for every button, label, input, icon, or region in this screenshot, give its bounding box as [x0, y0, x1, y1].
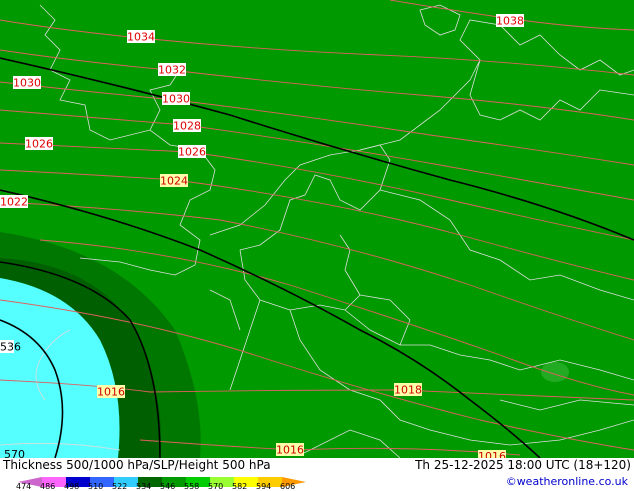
isobar-label-1026-west: 1026 — [25, 137, 53, 151]
weather-map: 1038 1034 1032 1030 1030 1028 1026 1026 … — [0, 0, 634, 458]
isobar-label-1026-central: 1026 — [178, 145, 206, 159]
isobar-label-1016-south: 1016 — [276, 443, 304, 457]
isobar-label-1016-southeast: 1016 — [478, 450, 506, 458]
forecast-datetime: Th 25-12-2025 18:00 UTC (18+120) — [415, 458, 631, 472]
svg-text:1016: 1016 — [97, 386, 125, 399]
isobar-label-1030-west: 1030 — [13, 76, 41, 90]
isobar-label-1032: 1032 — [158, 63, 186, 77]
svg-text:1026: 1026 — [25, 138, 53, 151]
svg-text:1016: 1016 — [276, 444, 304, 457]
thickness-label-536: 536 — [0, 341, 21, 354]
isobar-label-1030-central: 1030 — [162, 92, 190, 106]
svg-text:1034: 1034 — [127, 31, 155, 44]
map-footer: Thickness 500/1000 hPa/SLP/Height 500 hP… — [0, 458, 634, 491]
isobar-label-1028: 1028 — [173, 119, 201, 133]
credit-link[interactable]: ©weatheronline.co.uk — [506, 475, 628, 488]
thickness-label-570: 570 — [4, 448, 25, 458]
svg-text:1030: 1030 — [13, 77, 41, 90]
svg-text:1026: 1026 — [178, 146, 206, 159]
svg-text:1022: 1022 — [0, 196, 28, 209]
svg-text:1028: 1028 — [173, 120, 201, 133]
thickness-blob — [541, 362, 569, 382]
isobar-label-1034: 1034 — [127, 30, 155, 44]
isobar-label-1016-west: 1016 — [97, 385, 125, 399]
svg-text:1032: 1032 — [158, 64, 186, 77]
svg-text:1030: 1030 — [162, 93, 190, 106]
isobar-label-1022: 1022 — [0, 195, 28, 209]
svg-text:1016: 1016 — [478, 450, 506, 458]
map-title: Thickness 500/1000 hPa/SLP/Height 500 hP… — [3, 458, 271, 472]
map-canvas: 1038 1034 1032 1030 1030 1028 1026 1026 … — [0, 0, 634, 458]
svg-text:1018: 1018 — [394, 384, 422, 397]
svg-text:1038: 1038 — [496, 15, 524, 28]
svg-text:1024: 1024 — [160, 175, 188, 188]
isobar-label-1038: 1038 — [496, 14, 524, 28]
isobar-label-1018: 1018 — [394, 383, 422, 397]
isobar-label-1024: 1024 — [160, 174, 188, 188]
